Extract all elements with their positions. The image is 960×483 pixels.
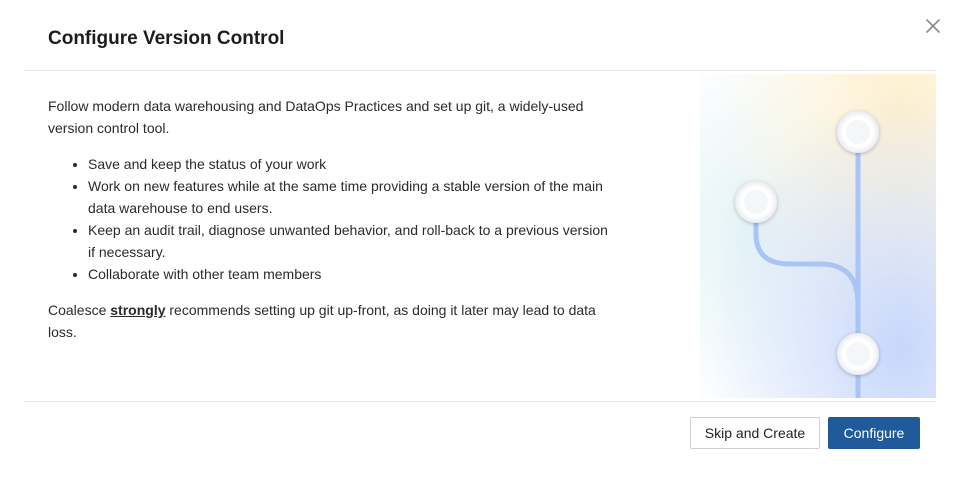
recommendation-prefix: Coalesce xyxy=(48,302,111,318)
git-branch-illustration xyxy=(700,74,936,398)
benefits-list: Save and keep the status of your work Wo… xyxy=(48,153,608,285)
header-divider xyxy=(24,70,936,71)
dialog-body: Follow modern data warehousing and DataO… xyxy=(48,95,608,343)
list-item: Collaborate with other team members xyxy=(88,263,608,285)
list-item: Work on new features while at the same t… xyxy=(88,175,608,219)
configure-button[interactable]: Configure xyxy=(828,417,920,449)
list-item: Keep an audit trail, diagnose unwanted b… xyxy=(88,219,608,263)
recommendation-emphasis: strongly xyxy=(110,302,166,318)
intro-text: Follow modern data warehousing and DataO… xyxy=(48,98,584,136)
list-item: Save and keep the status of your work xyxy=(88,153,608,175)
close-icon[interactable] xyxy=(922,15,944,37)
recommendation-text: Coalesce strongly recommends setting up … xyxy=(48,299,608,343)
configure-version-control-dialog: Configure Version Control Follow modern … xyxy=(0,0,960,483)
skip-and-create-button[interactable]: Skip and Create xyxy=(690,417,820,449)
dialog-title: Configure Version Control xyxy=(48,28,285,49)
footer-divider xyxy=(24,401,936,402)
